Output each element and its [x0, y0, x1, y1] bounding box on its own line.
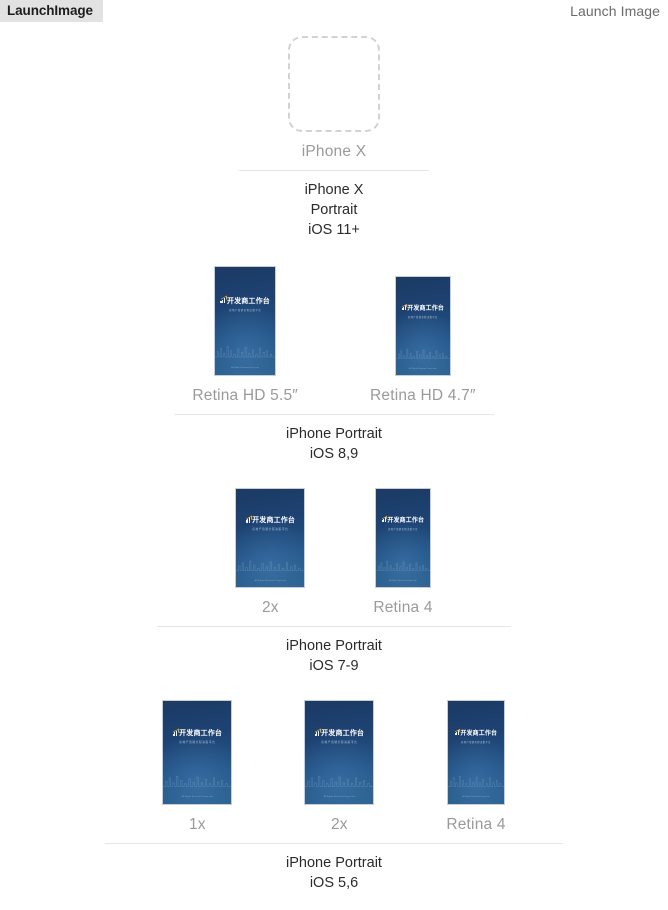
artwork-wordmark: 开发商工作台: [321, 730, 365, 738]
artwork-subtitle: 房地产营销全程决策平台: [252, 527, 289, 531]
artwork-wordmark: 开发商工作台: [407, 306, 444, 312]
slot-caption: iPhone X: [301, 143, 367, 160]
skyline-graphic: [395, 345, 450, 361]
bar-chart-icon: [381, 515, 388, 522]
group-divider: [239, 170, 429, 171]
launch-image-artwork[interactable]: 开发商工作台 房地产营销全程决策平台 All Rights Reserved Yun…: [394, 276, 451, 376]
bar-chart-icon: [172, 728, 179, 737]
group-title: iPhone Portrait iOS 5,6: [286, 855, 382, 891]
bar-chart-arrow-icon: 开发商工作台: [305, 728, 373, 738]
slot-caption: Retina HD 4.7″: [370, 387, 476, 404]
image-slot[interactable]: 开发商工作台房地产营销全程决策平台 All Rights Reserved Yun…: [446, 700, 505, 834]
bar-chart-icon: [314, 728, 321, 737]
image-slot[interactable]: 开发商工作台房地产营销全程决策平台 All Rights Reserved Yun…: [192, 266, 298, 405]
launch-image-artwork[interactable]: 开发商工作台房地产营销全程决策平台 All Rights Reserved Yun…: [304, 700, 375, 805]
bar-chart-icon: [220, 295, 227, 304]
group-title: iPhone Portrait iOS 8,9: [286, 426, 382, 462]
slot-caption: 2x: [261, 599, 279, 616]
bar-chart-icon: [401, 303, 407, 310]
artwork-copyright: All Rights Reserved Yunyu.com: [462, 796, 490, 799]
artwork-copyright: All Rights Reserved Yunyu.com: [389, 579, 417, 582]
launch-image-artwork[interactable]: 开发商工作台 房地产营销全程决策平台 All Rights Reserved Yun…: [235, 488, 306, 588]
bar-chart-arrow-icon: 开发商工作台: [376, 515, 430, 524]
artwork-wordmark: 开发商工作台: [179, 730, 223, 738]
artwork-subtitle: 房地产营销全程决策平台: [229, 310, 262, 313]
artwork-copyright: All Rights Reserved Yunyu.com: [409, 367, 437, 370]
artwork-wordmark: 开发商工作台: [387, 518, 425, 524]
slot-caption: Retina HD 5.5″: [192, 387, 298, 404]
slot-caption: Retina 4: [373, 599, 433, 616]
titlebar: LaunchImage Launch Image: [0, 0, 668, 22]
artwork-wordmark: 开发商工作台: [227, 297, 270, 305]
group-divider: [174, 414, 494, 415]
image-slot[interactable]: 开发商工作台 房地产营销全程决策平台 All Rights Reserved Yun…: [373, 488, 432, 617]
artwork-subtitle: 房地产营销全程决策平台: [407, 316, 438, 319]
artwork-wordmark: 开发商工作台: [252, 517, 296, 524]
image-slot[interactable]: 开发商工作台 房地产营销全程决策平台 All Rights Reserved Yun…: [235, 488, 306, 617]
asset-name-chip[interactable]: LaunchImage: [0, 0, 103, 22]
bar-chart-arrow-icon: 开发商工作台: [448, 728, 504, 737]
empty-image-well[interactable]: [288, 36, 380, 132]
slot-row: 开发商工作台 房地产营销全程决策平台 All Rights Reserved Yun…: [235, 488, 432, 617]
slot-caption: 2x: [330, 816, 348, 833]
arrow-up-icon: [245, 514, 252, 522]
slot-caption: 1x: [188, 816, 206, 833]
launch-image-artwork[interactable]: 开发商工作台房地产营销全程决策平台 All Rights Reserved Yun…: [214, 266, 277, 376]
skyline-graphic: [305, 772, 374, 789]
slot-row: 开发商工作台房地产营销全程决策平台 All Rights Reserved Yun…: [162, 700, 505, 834]
bar-chart-icon: [245, 514, 252, 523]
artwork-copyright: All Rights Reserved Yunyu.com: [323, 796, 356, 799]
artwork-wordmark: 开发商工作台: [460, 731, 498, 738]
launch-image-artwork[interactable]: 开发商工作台房地产营销全程决策平台 All Rights Reserved Yun…: [162, 700, 233, 805]
artwork-copyright: All Rights Reserved Yunyu.com: [181, 796, 214, 799]
slot-group-iphone-portrait-ios-7-9: 开发商工作台 房地产营销全程决策平台 All Rights Reserved Yun…: [0, 488, 668, 676]
image-slot[interactable]: 开发商工作台房地产营销全程决策平台 All Rights Reserved Yun…: [162, 700, 233, 834]
artwork-subtitle: 房地产营销全程决策平台: [321, 741, 358, 745]
artwork-subtitle: 房地产营销全程决策平台: [388, 528, 418, 531]
bar-chart-arrow-icon: 开发商工作台: [236, 514, 304, 525]
launch-image-slot-list: iPhone XiPhone X Portrait iOS 11+ 开发商工作台房…: [0, 22, 668, 893]
artwork-subtitle: 房地产营销全程决策平台: [179, 741, 216, 745]
skyline-graphic: [236, 557, 305, 573]
asset-type-label: Launch Image: [570, 3, 660, 19]
slot-row: iPhone X: [288, 36, 380, 161]
slot-group-iphone-portrait-ios-5-6: 开发商工作台房地产营销全程决策平台 All Rights Reserved Yun…: [0, 700, 668, 893]
skyline-graphic: [215, 342, 276, 360]
artwork-subtitle: 房地产营销全程决策平台: [461, 742, 491, 745]
launch-image-artwork[interactable]: 开发商工作台 房地产营销全程决策平台 All Rights Reserved Yun…: [375, 488, 431, 588]
slot-group-iphone-x: iPhone X iPhone X Portrait iOS 11+: [0, 36, 668, 240]
slot-caption: Retina 4: [446, 816, 506, 833]
image-slot[interactable]: iPhone X: [288, 36, 380, 161]
group-title: iPhone Portrait iOS 7-9: [286, 638, 382, 674]
bar-chart-arrow-icon: 开发商工作台: [215, 295, 275, 306]
artwork-copyright: All Rights Reserved Yunyu.com: [231, 366, 260, 369]
image-slot[interactable]: 开发商工作台房地产营销全程决策平台 All Rights Reserved Yun…: [304, 700, 375, 834]
skyline-graphic: [448, 772, 504, 789]
slot-row: 开发商工作台 房地产营销全程决策平台 All Rights Reserved Yun…: [192, 266, 475, 405]
group-divider: [105, 843, 563, 844]
launch-image-artwork[interactable]: 开发商工作台房地产营销全程决策平台 All Rights Reserved Yun…: [447, 700, 505, 805]
slot-group-iphone-portrait-ios-8-9: 开发商工作台 房地产营销全程决策平台 All Rights Reserved Yun…: [0, 266, 668, 464]
skyline-graphic: [163, 772, 232, 789]
bar-chart-arrow-icon: 开发商工作台: [396, 303, 450, 312]
group-divider: [157, 626, 511, 627]
artwork-copyright: All Rights Reserved Yunyu.com: [254, 579, 287, 582]
image-slot[interactable]: 开发商工作台 房地产营销全程决策平台 All Rights Reserved Yun…: [370, 276, 476, 405]
bar-chart-icon: [454, 728, 461, 736]
bar-chart-arrow-icon: 开发商工作台: [163, 728, 231, 738]
group-title: iPhone X Portrait iOS 11+: [304, 182, 364, 238]
skyline-graphic: [376, 557, 430, 573]
